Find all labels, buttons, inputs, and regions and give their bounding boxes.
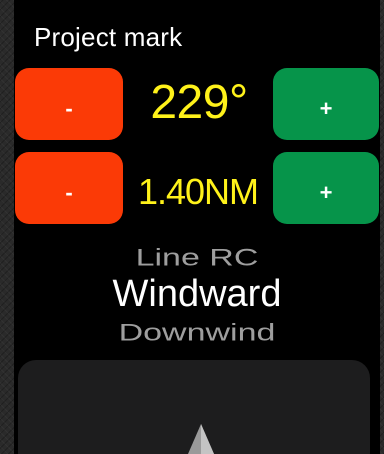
watch-screen: Project mark - 229° + - 1.40NM + Line RC…	[14, 0, 380, 454]
heading-decrease-label: -	[65, 96, 73, 121]
picker-item-downwind[interactable]: Downwind	[14, 318, 380, 347]
heading-increase-button[interactable]: +	[273, 68, 379, 140]
distance-increase-button[interactable]: +	[273, 152, 379, 224]
heading-decrease-button[interactable]: -	[15, 68, 123, 140]
picker-bottom-clip: Downwind	[14, 236, 380, 348]
distance-value: 1.40NM	[137, 171, 259, 212]
heading-value: 229°	[150, 75, 248, 129]
distance-decrease-button[interactable]: -	[15, 152, 123, 224]
compass-needle-icon	[188, 424, 214, 454]
page-title: Project mark	[34, 22, 183, 52]
heading-increase-label: +	[319, 96, 333, 121]
distance-decrease-label: -	[65, 180, 73, 205]
distance-increase-label: +	[319, 180, 333, 205]
